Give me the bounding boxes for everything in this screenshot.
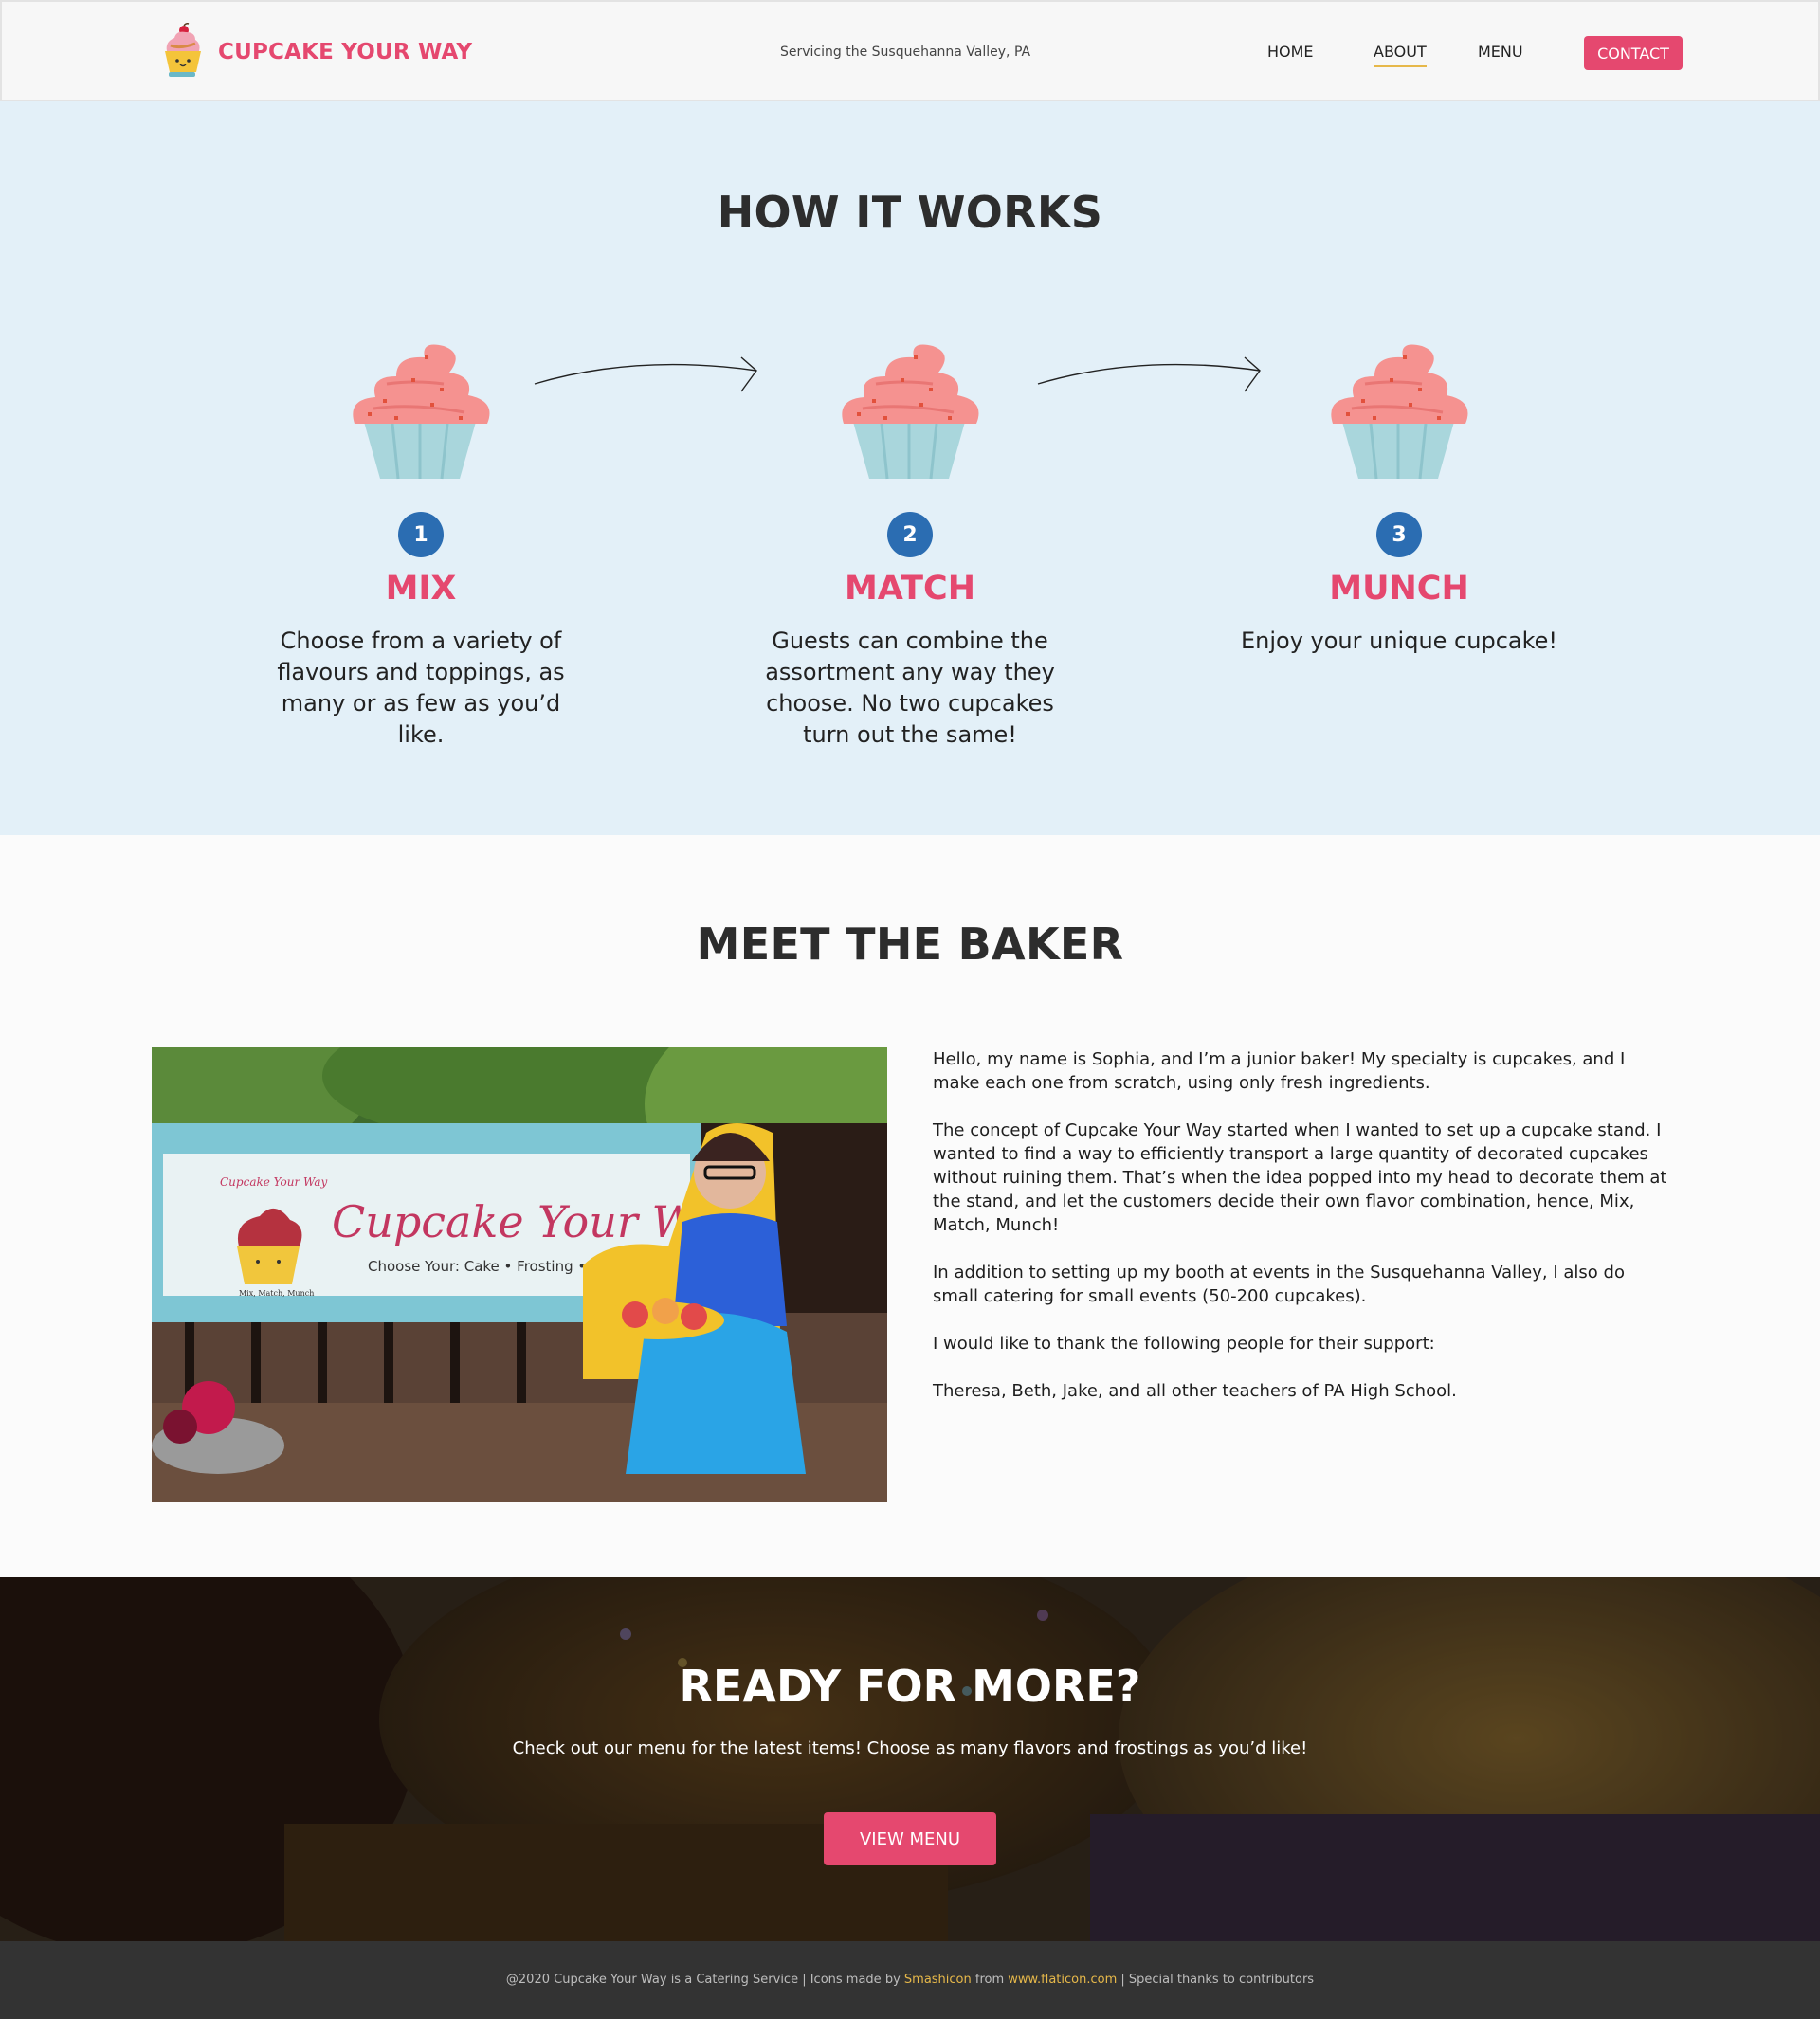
- contact-button[interactable]: CONTACT: [1584, 36, 1683, 70]
- footer-from: from: [971, 1973, 1009, 1987]
- step-title-munch: MUNCH: [1329, 570, 1469, 608]
- cupcake-logo-icon[interactable]: [159, 23, 205, 80]
- bio-paragraph: I would like to thank the following peop…: [933, 1334, 1435, 1354]
- view-menu-button[interactable]: VIEW MENU: [824, 1812, 996, 1865]
- cupcake-icon: [842, 344, 979, 480]
- how-it-works-title: HOW IT WORKS: [717, 187, 1103, 238]
- nav-menu[interactable]: MENU: [1478, 43, 1523, 61]
- cupcake-icon: [353, 344, 490, 480]
- ready-text: Check out our menu for the latest items!…: [512, 1738, 1308, 1758]
- how-it-works-section: HOW IT WORKS 1 2 3 MIX MATCH MUNCH Choos…: [0, 101, 1820, 835]
- banner-motto: Mix, Match, Munch: [239, 1289, 314, 1298]
- header-tagline: Servicing the Susquehanna Valley, PA: [780, 45, 1031, 60]
- step-text-match: Guests can combine the assortment any wa…: [765, 628, 1055, 748]
- baker-bio: Hello, my name is Sophia, and I’m a juni…: [933, 1047, 1672, 1427]
- meet-the-baker-section: MEET THE BAKER Cupcake Your Way Cupcake …: [0, 835, 1820, 1577]
- bio-paragraph: In addition to setting up my booth at ev…: [933, 1263, 1625, 1306]
- bio-paragraph: The concept of Cupcake Your Way started …: [933, 1120, 1667, 1235]
- ready-for-more-section: READY FOR MORE? Check out our menu for t…: [0, 1577, 1820, 1941]
- step-title-mix: MIX: [385, 570, 457, 608]
- bio-paragraph: Theresa, Beth, Jake, and all other teach…: [933, 1381, 1457, 1401]
- banner-small-script: Cupcake Your Way: [220, 1175, 327, 1189]
- nav-about[interactable]: ABOUT: [1374, 43, 1427, 67]
- brand-name[interactable]: CUPCAKE YOUR WAY: [218, 40, 472, 64]
- step-title-match: MATCH: [844, 570, 976, 608]
- footer-author-link[interactable]: Smashicon: [904, 1973, 972, 1987]
- curved-arrow-icon: [1037, 356, 1261, 392]
- baker-photo: Cupcake Your Way Cupcake Your Way Choose…: [152, 1047, 887, 1502]
- site-header: CUPCAKE YOUR WAY Servicing the Susquehan…: [0, 0, 1820, 101]
- step-text-munch: Enjoy your unique cupcake!: [1240, 628, 1558, 654]
- footer-prefix: @2020 Cupcake Your Way is a Catering Ser…: [505, 1973, 904, 1987]
- footer-text: @2020 Cupcake Your Way is a Catering Ser…: [0, 1973, 1820, 1987]
- curved-arrow-icon: [534, 356, 757, 392]
- nav-home[interactable]: HOME: [1267, 43, 1314, 61]
- step-text-mix: Choose from a variety of flavours and to…: [277, 628, 565, 748]
- footer-suffix: | Special thanks to contributors: [1117, 1973, 1315, 1987]
- cupcake-background-image: [0, 1577, 1820, 1941]
- step-number-2: 2: [887, 512, 933, 557]
- ready-title: READY FOR MORE?: [679, 1661, 1141, 1712]
- bio-paragraph: Hello, my name is Sophia, and I’m a juni…: [933, 1049, 1626, 1093]
- step-number-3: 3: [1376, 512, 1422, 557]
- step-number-1: 1: [398, 512, 444, 557]
- footer-site-link[interactable]: www.flaticon.com: [1008, 1973, 1117, 1987]
- site-footer: @2020 Cupcake Your Way is a Catering Ser…: [0, 1941, 1820, 2019]
- cupcake-icon: [1331, 344, 1468, 480]
- meet-the-baker-title: MEET THE BAKER: [696, 919, 1124, 970]
